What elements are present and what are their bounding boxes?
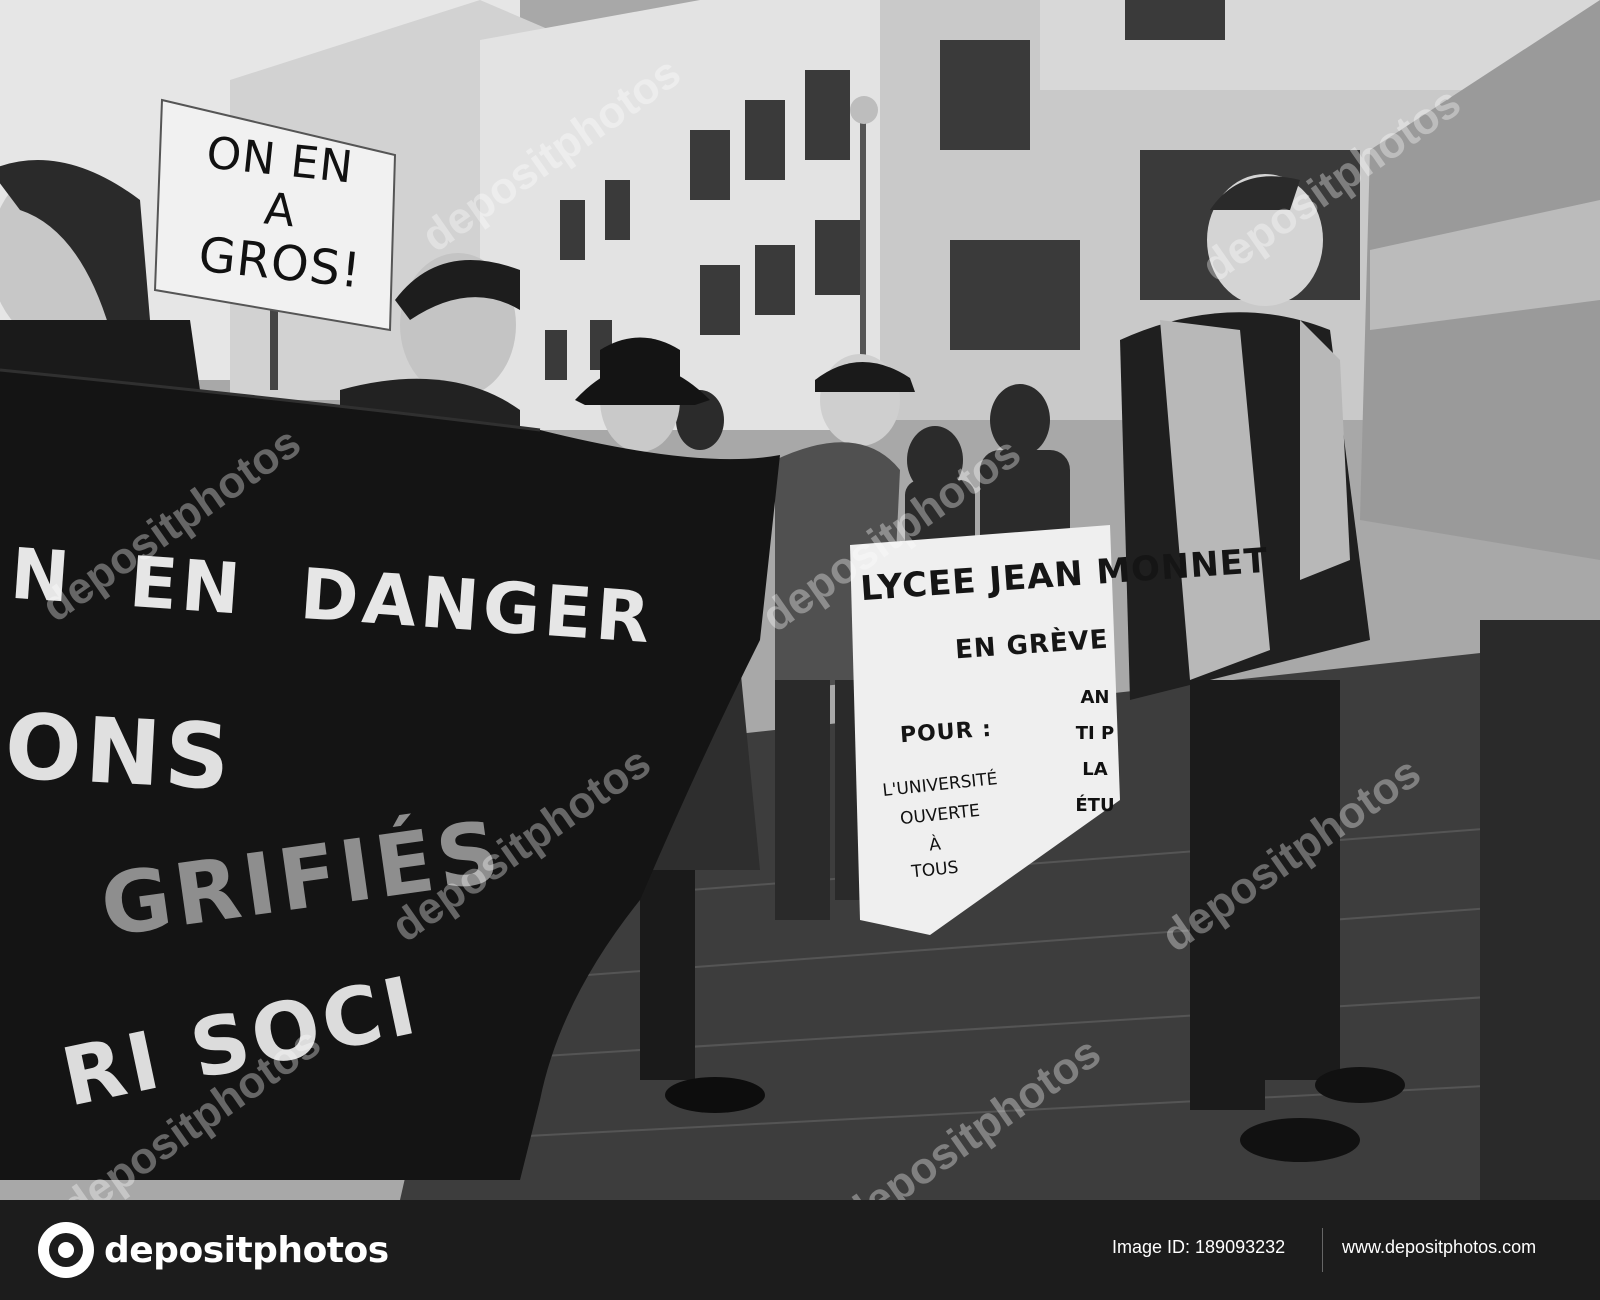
camera-lens-icon bbox=[38, 1222, 94, 1278]
site-link[interactable]: www.depositphotos.com bbox=[1342, 1237, 1536, 1258]
stock-footer: depositphotos Image ID: 189093232 www.de… bbox=[0, 1200, 1600, 1300]
footer-divider bbox=[1322, 1228, 1323, 1272]
black-banner-line-2: ONS bbox=[2, 694, 237, 811]
image-id: Image ID: 189093232 bbox=[1112, 1237, 1286, 1257]
white-banner-side: ANTI PLA ÉTU bbox=[1075, 687, 1115, 816]
depositphotos-logo[interactable]: depositphotos bbox=[38, 1220, 389, 1280]
protest-photo: ON EN A GROS! N EN DANGER ONS GRIFIÉS RI… bbox=[0, 0, 1600, 1200]
white-banner-line-3: À bbox=[928, 834, 942, 856]
logo-text: depositphotos bbox=[104, 1229, 389, 1271]
